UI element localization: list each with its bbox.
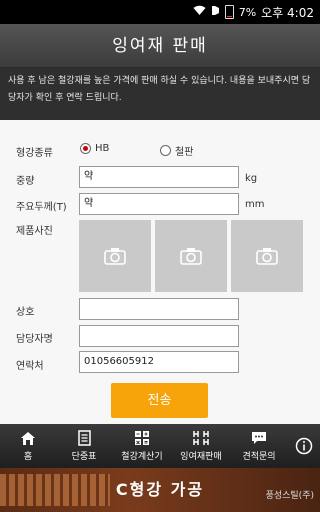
tab-weight-table-label: 단중표 [71, 452, 97, 462]
weight-label: 중량 [16, 176, 35, 187]
radio-steel-plate-label: 철판 [175, 147, 194, 158]
photo-label: 제품사진 [16, 226, 53, 237]
radio-button[interactable] [160, 145, 171, 156]
battery-percent: 7% [238, 5, 257, 19]
camera-icon [256, 248, 278, 265]
tab-steel-calculator[interactable]: 철강계산기 [112, 424, 172, 468]
camera-icon [180, 248, 202, 265]
manager-field[interactable] [79, 325, 239, 347]
manager-label: 담당자명 [16, 334, 53, 345]
photo-slot-1[interactable] [79, 220, 151, 292]
home-icon [20, 430, 36, 446]
contact-label: 연락처 [16, 361, 44, 372]
thickness-label: 주요두께(T) [16, 202, 67, 213]
tab-home[interactable]: 홈 [0, 424, 56, 468]
tab-home-label: 홈 [23, 452, 33, 462]
thickness-field[interactable]: 약 [79, 193, 239, 215]
tab-quote-inquiry-label: 견적문의 [242, 452, 276, 462]
status-bar: 7% 오후 4:02 [0, 0, 320, 24]
company-label: 상호 [16, 307, 35, 318]
page-title: 잉여재 판매 [0, 24, 320, 68]
h-beam-icon [192, 430, 210, 446]
photo-slot-3[interactable] [231, 220, 303, 292]
chat-icon [251, 430, 267, 446]
weight-unit: kg [245, 173, 258, 184]
tab-steel-calculator-label: 철강계산기 [121, 452, 163, 462]
contact-field[interactable]: 01056605912 [79, 351, 239, 373]
battery-icon [224, 5, 234, 19]
info-button[interactable] [288, 424, 320, 468]
clock: 오후 4:02 [261, 5, 314, 20]
notice-text: 사용 후 남은 철강재를 높은 가격에 판매 하실 수 있습니다. 내용을 보내… [0, 68, 320, 120]
radio-hb-label: HB [95, 143, 110, 154]
weight-field[interactable]: 약 [79, 166, 239, 188]
banner-company: 풍성스틸(주) [265, 491, 314, 501]
camera-icon [104, 248, 126, 265]
steel-type-label: 형강종류 [16, 148, 53, 159]
thickness-unit: mm [245, 199, 265, 210]
tab-quote-inquiry[interactable]: 견적문의 [230, 424, 288, 468]
tab-weight-table[interactable]: 단중표 [56, 424, 112, 468]
document-icon [77, 430, 91, 446]
bottom-tab-bar: 홈 단중표 철강계산기 잉여재판매 견적문의 [0, 424, 320, 468]
photo-slot-2[interactable] [155, 220, 227, 292]
tab-surplus-sale[interactable]: 잉여재판매 [172, 424, 230, 468]
radio-hb[interactable]: HB [80, 143, 109, 154]
radio-steel-plate[interactable]: 철판 [160, 143, 193, 158]
tab-surplus-sale-label: 잉여재판매 [180, 452, 222, 462]
submit-button[interactable]: 전송 [111, 383, 208, 418]
wifi-icon [193, 5, 206, 19]
company-field[interactable] [79, 298, 239, 320]
mute-icon [211, 5, 220, 19]
sale-form: 형강종류 HB 철판 중량 약 kg 주요두께(T) 약 mm 제품사진 상호 … [0, 120, 320, 424]
radio-button-selected[interactable] [80, 143, 91, 154]
calculator-icon [134, 430, 150, 446]
ad-banner[interactable]: C형강 가공 풍성스틸(주) [0, 468, 320, 512]
info-icon [295, 437, 313, 455]
